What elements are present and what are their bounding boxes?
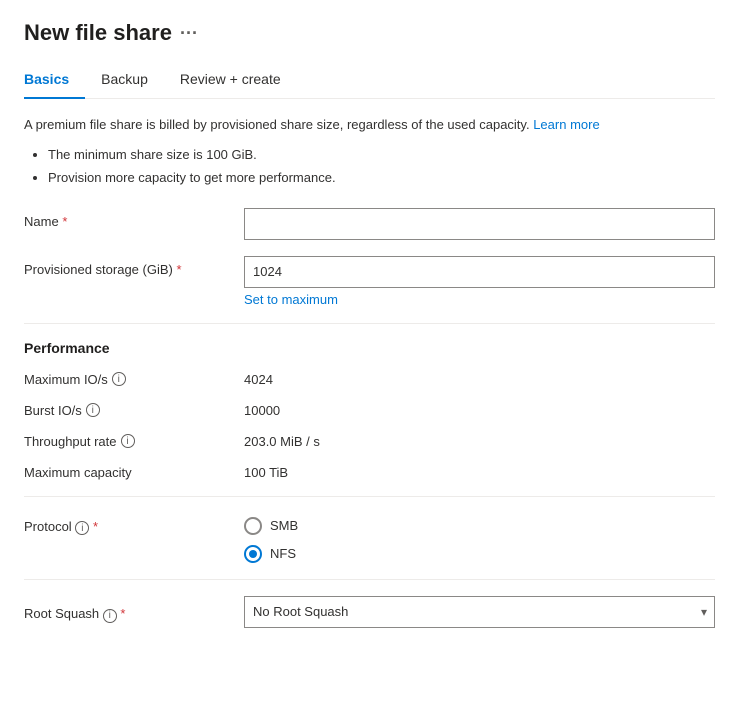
tab-basics[interactable]: Basics [24,63,85,99]
max-iops-value: 4024 [244,372,273,387]
max-capacity-label: Maximum capacity [24,465,244,480]
provisioned-input-container: Set to maximum [244,256,715,307]
protocol-section: Protocol i * SMB NFS [24,513,715,563]
protocol-label: Protocol i * [24,513,244,536]
throughput-row: Throughput rate i 203.0 MiB / s [24,434,715,449]
page-title: New file share [24,20,172,46]
tab-backup[interactable]: Backup [101,63,164,99]
divider-2 [24,496,715,497]
page-title-container: New file share ··· [24,20,715,46]
throughput-value: 203.0 MiB / s [244,434,320,449]
info-text: A premium file share is billed by provis… [24,115,715,135]
root-squash-dropdown-container: No Root Squash Root Squash All Squash ▾ [244,596,715,628]
nfs-radio-outer [244,545,262,563]
name-input[interactable] [244,208,715,240]
max-iops-row: Maximum IO/s i 4024 [24,372,715,387]
root-squash-required-star: * [120,606,125,621]
form-section: Name * Provisioned storage (GiB) * Set t… [24,208,715,307]
root-squash-label: Root Squash i * [24,600,244,623]
tab-bar: Basics Backup Review + create [24,62,715,99]
name-label: Name * [24,208,244,229]
ellipsis-menu[interactable]: ··· [180,23,198,44]
burst-iops-row: Burst IO/s i 10000 [24,403,715,418]
set-to-maximum-link[interactable]: Set to maximum [244,292,715,307]
performance-section: Performance Maximum IO/s i 4024 Burst IO… [24,340,715,480]
bullet-item: Provision more capacity to get more perf… [48,168,715,188]
smb-radio-outer [244,517,262,535]
max-iops-info-icon[interactable]: i [112,372,126,386]
provisioned-required-star: * [176,262,181,277]
root-squash-select[interactable]: No Root Squash Root Squash All Squash [244,596,715,628]
protocol-smb-option[interactable]: SMB [244,517,715,535]
divider-1 [24,323,715,324]
burst-iops-label: Burst IO/s i [24,403,244,418]
bullet-item: The minimum share size is 100 GiB. [48,145,715,165]
max-iops-label: Maximum IO/s i [24,372,244,387]
name-required-star: * [62,214,67,229]
throughput-info-icon[interactable]: i [121,434,135,448]
smb-radio-label: SMB [270,518,298,533]
protocol-nfs-option[interactable]: NFS [244,545,715,563]
burst-iops-value: 10000 [244,403,280,418]
performance-section-title: Performance [24,340,715,356]
nfs-radio-label: NFS [270,546,296,561]
provisioned-storage-input[interactable] [244,256,715,288]
provisioned-label: Provisioned storage (GiB) * [24,256,244,277]
burst-iops-info-icon[interactable]: i [86,403,100,417]
protocol-info-icon[interactable]: i [75,521,89,535]
max-capacity-value: 100 TiB [244,465,288,480]
learn-more-link[interactable]: Learn more [533,117,599,132]
protocol-radio-group: SMB NFS [244,513,715,563]
protocol-required-star: * [93,519,98,534]
protocol-options: SMB NFS [244,513,715,563]
nfs-radio-inner [249,550,257,558]
divider-3 [24,579,715,580]
protocol-row: Protocol i * SMB NFS [24,513,715,563]
info-bullets: The minimum share size is 100 GiB. Provi… [48,145,715,188]
tab-review-create[interactable]: Review + create [180,63,297,99]
throughput-label: Throughput rate i [24,434,244,449]
max-capacity-row: Maximum capacity 100 TiB [24,465,715,480]
provisioned-storage-row: Provisioned storage (GiB) * Set to maxim… [24,256,715,307]
name-row: Name * [24,208,715,240]
root-squash-section: Root Squash i * No Root Squash Root Squa… [24,596,715,628]
name-input-container [244,208,715,240]
root-squash-info-icon[interactable]: i [103,609,117,623]
